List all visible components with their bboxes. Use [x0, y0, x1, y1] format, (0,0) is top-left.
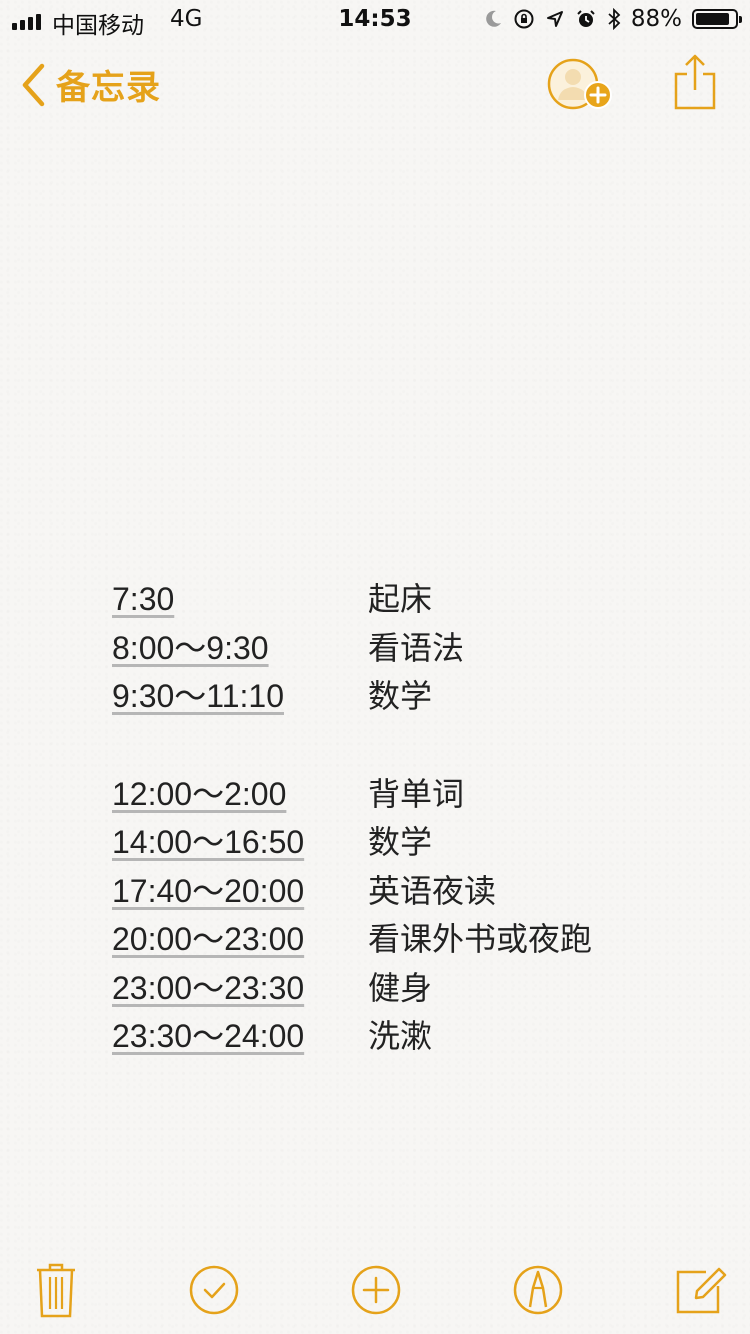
schedule-time[interactable]: 14:00～16:50 — [112, 817, 368, 863]
schedule-time[interactable]: 8:00～9:30 — [112, 623, 368, 669]
note-content[interactable]: 7:30 起床 8:00～9:30 看语法 9:30～11:10 数学 12:00～2:0… — [112, 574, 712, 1060]
add-person-icon — [547, 58, 612, 110]
navigation-bar: 备忘录 — [0, 50, 750, 120]
back-button-label: 备忘录 — [56, 68, 161, 108]
schedule-time[interactable]: 12:00～2:00 — [112, 769, 368, 815]
battery-level-fill — [696, 13, 730, 25]
delete-button[interactable] — [26, 1260, 86, 1320]
add-attachment-button[interactable] — [346, 1260, 406, 1320]
schedule-time[interactable]: 20:00～23:00 — [112, 914, 368, 960]
schedule-time[interactable]: 23:30～24:00 — [112, 1011, 368, 1057]
share-icon — [674, 54, 716, 110]
schedule-row: 8:00～9:30 看语法 — [112, 623, 712, 672]
schedule-task: 背单词 — [368, 775, 465, 812]
schedule-row: 20:00～23:00 看课外书或夜跑 — [112, 914, 712, 963]
schedule-task: 起床 — [368, 581, 433, 617]
share-button[interactable] — [672, 52, 718, 112]
trash-icon — [37, 1263, 75, 1318]
add-people-button[interactable] — [546, 55, 616, 115]
status-icons: 88% — [483, 6, 742, 32]
schedule-row: 9:30～11:10 数学 — [112, 671, 712, 720]
schedule-time[interactable]: 23:00～23:30 — [112, 963, 368, 1009]
schedule-row: 17:40～20:00 英语夜读 — [112, 866, 712, 915]
schedule-group-morning: 7:30 起床 8:00～9:30 看语法 9:30～11:10 数学 — [112, 574, 712, 720]
add-attachment-icon — [351, 1265, 401, 1315]
schedule-time[interactable]: 7:30 — [112, 581, 368, 618]
notes-screen: 中国移动 4G 14:53 88% 备忘录 7:30 起床 8:00～9:30 … — [0, 0, 750, 1334]
bluetooth-icon — [608, 8, 621, 30]
bottom-toolbar — [0, 1258, 750, 1322]
schedule-task: 健身 — [368, 969, 433, 1006]
location-icon — [546, 11, 563, 27]
chevron-left-icon — [22, 63, 45, 106]
markup-icon — [513, 1265, 563, 1315]
schedule-row: 12:00～2:00 背单词 — [112, 769, 712, 818]
status-bar: 中国移动 4G 14:53 88% — [0, 0, 750, 40]
battery-icon — [692, 9, 742, 29]
schedule-time[interactable]: 17:40～20:00 — [112, 866, 368, 912]
schedule-time[interactable]: 9:30～11:10 — [112, 671, 368, 717]
schedule-group-afternoon: 12:00～2:00 背单词 14:00～16:50 数学 17:40～20:00 英语夜… — [112, 769, 712, 1060]
schedule-row: 7:30 起床 — [112, 574, 712, 623]
schedule-task: 洗漱 — [368, 1018, 433, 1054]
schedule-row: 23:30～24:00 洗漱 — [112, 1011, 712, 1060]
alarm-icon — [577, 10, 595, 27]
compose-button[interactable] — [670, 1260, 730, 1320]
schedule-task: 数学 — [368, 824, 433, 860]
markup-button[interactable] — [508, 1260, 568, 1320]
schedule-row: 23:00～23:30 健身 — [112, 963, 712, 1012]
schedule-task: 英语夜读 — [368, 872, 497, 909]
compose-icon — [676, 1267, 727, 1314]
back-button[interactable]: 备忘录 — [20, 60, 161, 109]
do-not-disturb-icon — [486, 10, 501, 27]
checklist-button[interactable] — [184, 1260, 244, 1320]
schedule-task: 数学 — [368, 678, 433, 714]
orientation-lock-icon — [514, 9, 534, 29]
schedule-task: 看语法 — [368, 629, 465, 666]
schedule-task: 看课外书或夜跑 — [368, 921, 593, 957]
battery-percentage: 88% — [630, 6, 682, 32]
checklist-icon — [189, 1265, 239, 1315]
schedule-row: 14:00～16:50 数学 — [112, 817, 712, 866]
